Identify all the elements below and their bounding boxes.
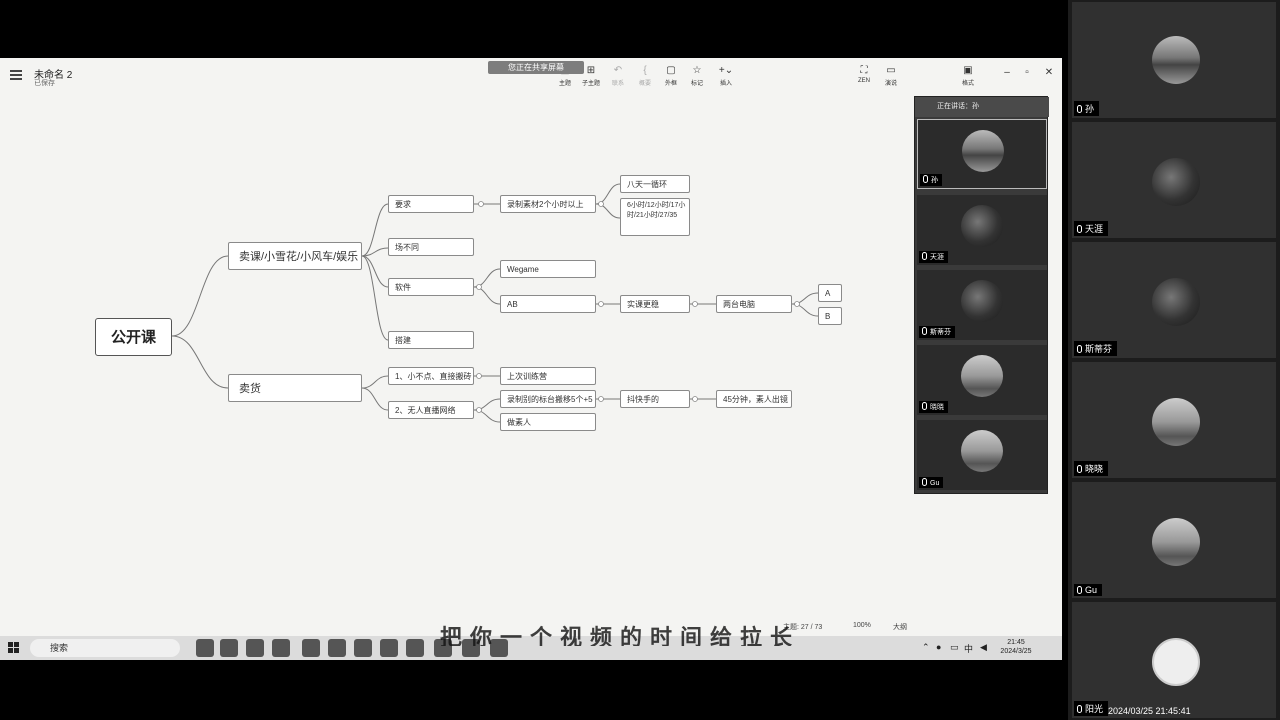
- mindmap-node-cycle[interactable]: 八天一循环: [620, 175, 690, 193]
- participant-name: 天涯: [1085, 224, 1104, 234]
- taskbar-app-icon[interactable]: [354, 639, 372, 657]
- mic-icon: [922, 402, 927, 410]
- panel-tile-2[interactable]: 天涯: [917, 195, 1047, 265]
- taskbar-app-icon[interactable]: [328, 639, 346, 657]
- video-subtitle: 把你一个视频的时间给拉长: [440, 625, 801, 646]
- meeting-floating-panel[interactable]: 正在讲话：孙 孙 天涯 斯蒂芬 晓晓 Gu: [914, 96, 1049, 494]
- mic-icon: [1077, 105, 1082, 113]
- outline-toggle[interactable]: 大纲: [893, 622, 907, 632]
- chevron-up-icon[interactable]: ⌃: [922, 642, 930, 653]
- participant-sidebar: 孙 天涯 斯蒂芬 晓晓 Gu 阳光: [1068, 0, 1280, 720]
- participant-name: 孙: [1085, 104, 1095, 114]
- taskbar-clock[interactable]: 21:45 2024/3/25: [996, 638, 1036, 656]
- participant-name: 阳光: [1085, 704, 1104, 714]
- mindmap-node-goods-2[interactable]: 2、无人直播网络: [388, 401, 474, 419]
- avatar: [1152, 158, 1200, 206]
- mindmap-node-last-camp[interactable]: 上次训练营: [500, 367, 596, 385]
- mindmap-node-b[interactable]: B: [818, 307, 842, 325]
- mindmap-node-wegame[interactable]: Wegame: [500, 260, 596, 278]
- taskbar-app-icon[interactable]: [196, 639, 214, 657]
- screen: 未命名 2 已保存 ▤主题 ⊞子主题 ↶联系 {概要 ▢外框 ☆标记 +⌄插入 …: [0, 0, 1280, 720]
- mindmap-node-software[interactable]: 软件: [388, 278, 474, 296]
- mindmap-node-build[interactable]: 搭建: [388, 331, 474, 349]
- shared-screen: 未命名 2 已保存 ▤主题 ⊞子主题 ↶联系 {概要 ▢外框 ☆标记 +⌄插入 …: [0, 58, 1062, 658]
- windows-start-icon[interactable]: [8, 642, 20, 654]
- panel-tile-5[interactable]: Gu: [917, 420, 1047, 490]
- participant-name: Gu: [930, 480, 940, 487]
- speaking-indicator: 正在讲话：孙: [915, 97, 1049, 117]
- network-icon[interactable]: ▭: [950, 642, 959, 653]
- taskbar-app-icon[interactable]: [380, 639, 398, 657]
- mindmap-node-record-other[interactable]: 录制别的标台搬移5个+5: [500, 390, 596, 408]
- mindmap-branch-goods[interactable]: 卖货: [228, 374, 362, 402]
- participant-name: 天涯: [930, 254, 944, 261]
- participant-name: 孙: [931, 177, 938, 184]
- avatar: [1152, 518, 1200, 566]
- mic-icon: [1077, 225, 1082, 233]
- mindmap-node-a[interactable]: A: [818, 284, 842, 302]
- volume-icon[interactable]: ◀: [980, 642, 987, 653]
- mindmap-node-durations[interactable]: 6小时/12小时/17小时/21小时/27/35: [620, 198, 690, 236]
- avatar: [962, 130, 1004, 172]
- mindmap-node-45min[interactable]: 45分钟，素人出镜: [716, 390, 792, 408]
- screen-share-banner[interactable]: 您正在共享屏幕: [488, 61, 584, 74]
- avatar: [961, 355, 1003, 397]
- zoom-level[interactable]: 100%: [853, 622, 871, 629]
- mic-icon: [923, 175, 928, 183]
- mindmap-node-requirements[interactable]: 要求: [388, 195, 474, 213]
- avatar: [1152, 278, 1200, 326]
- mindmap-node-douyin[interactable]: 抖快手的: [620, 390, 690, 408]
- mindmap-node-goods-1[interactable]: 1、小不点、直接搬砖: [388, 367, 474, 385]
- participant-name: 斯蒂芬: [930, 329, 951, 336]
- participant-name: 斯蒂芬: [1085, 344, 1113, 354]
- participant-tile-6[interactable]: 阳光: [1072, 602, 1276, 718]
- mindmap-branch-courses[interactable]: 卖课/小雪花/小风车/娱乐: [228, 242, 362, 270]
- ime-indicator[interactable]: 中: [964, 642, 973, 655]
- panel-tile-4[interactable]: 晓晓: [917, 345, 1047, 415]
- mic-icon: [1077, 345, 1082, 353]
- mic-icon: [922, 252, 927, 260]
- avatar: [961, 430, 1003, 472]
- mindmap-node-scene[interactable]: 场不同: [388, 238, 474, 256]
- participant-name: Gu: [1085, 585, 1098, 595]
- taskbar-app-icon[interactable]: [246, 639, 264, 657]
- participant-tile-4[interactable]: 晓晓: [1072, 362, 1276, 478]
- mindmap-node-amateur[interactable]: 做素人: [500, 413, 596, 431]
- participant-tile-3[interactable]: 斯蒂芬: [1072, 242, 1276, 358]
- participant-name: 晓晓: [1085, 464, 1104, 474]
- participant-tile-1[interactable]: 孙: [1072, 2, 1276, 118]
- panel-tile-1[interactable]: 孙: [917, 119, 1047, 189]
- mic-icon: [1077, 705, 1082, 713]
- recording-timestamp: 2024/03/25 21:45:41: [1108, 706, 1191, 716]
- mindmap-root[interactable]: 公开课: [95, 318, 172, 356]
- taskbar-app-icon[interactable]: [406, 639, 424, 657]
- avatar: [1152, 398, 1200, 446]
- mindmap-node-ab[interactable]: AB: [500, 295, 596, 313]
- taskbar-app-icon[interactable]: [302, 639, 320, 657]
- mic-icon: [922, 327, 927, 335]
- avatar: [1152, 638, 1200, 686]
- avatar: [961, 205, 1003, 247]
- participant-tile-5[interactable]: Gu: [1072, 482, 1276, 598]
- mic-icon: [1077, 465, 1082, 473]
- avatar: [1152, 36, 1200, 84]
- participant-tile-2[interactable]: 天涯: [1072, 122, 1276, 238]
- mic-icon: [922, 478, 927, 486]
- taskbar-app-icon[interactable]: [272, 639, 290, 657]
- taskbar-search[interactable]: 搜索: [30, 639, 180, 657]
- avatar: [961, 280, 1003, 322]
- participant-name: 晓晓: [930, 404, 944, 411]
- taskbar-app-icon[interactable]: [220, 639, 238, 657]
- panel-tile-3[interactable]: 斯蒂芬: [917, 270, 1047, 340]
- mindmap-connectors: [171, 183, 819, 423]
- microphone-icon[interactable]: ●: [936, 642, 941, 652]
- mindmap-node-two-computers[interactable]: 两台电脑: [716, 295, 792, 313]
- mindmap-node-requirement-detail[interactable]: 录制素材2个小时以上: [500, 195, 596, 213]
- mindmap-node-ab-stable[interactable]: 实课更稳: [620, 295, 690, 313]
- mic-icon: [1077, 586, 1082, 594]
